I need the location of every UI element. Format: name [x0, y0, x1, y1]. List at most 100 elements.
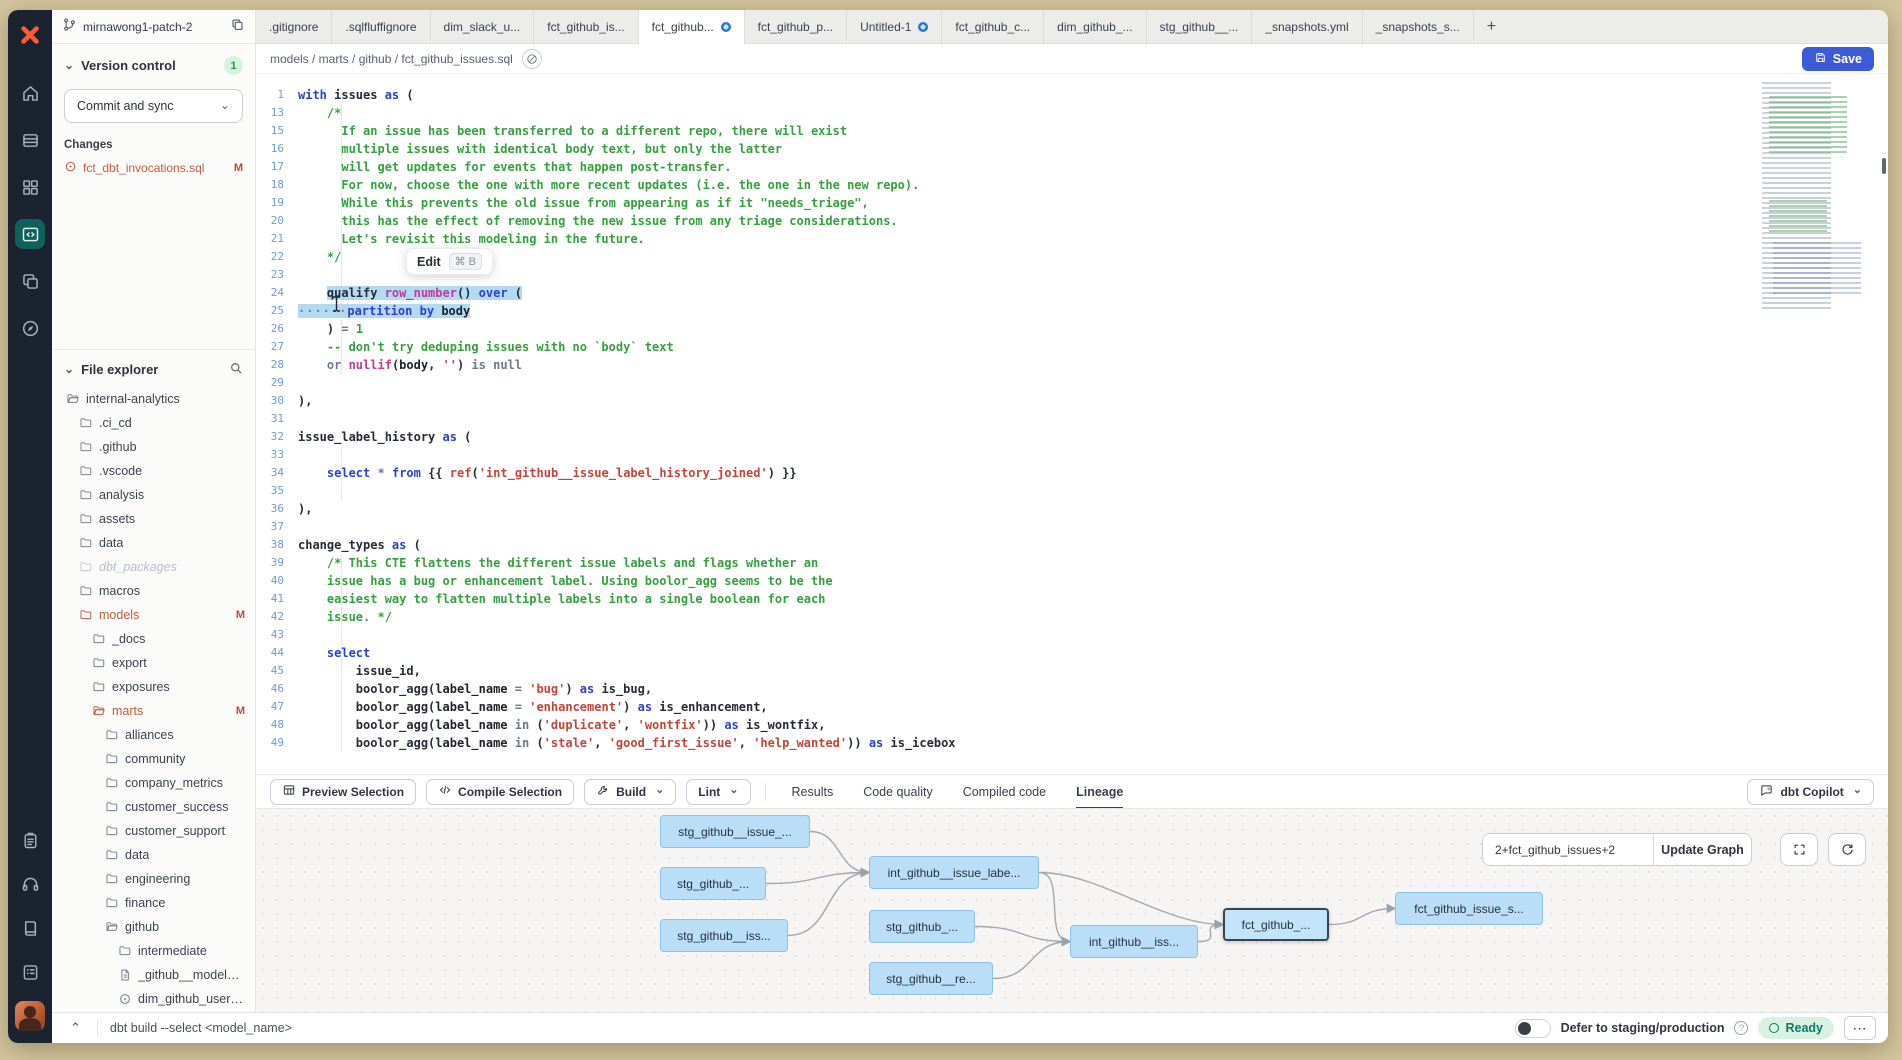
dbt-copilot-button[interactable]: dbt Copilot ⌄ [1747, 779, 1874, 805]
lineage-node[interactable]: fct_github_issue_s... [1395, 892, 1543, 925]
new-tab-button[interactable]: + [1474, 10, 1509, 43]
lineage-node[interactable]: int_github__issue_labe... [869, 856, 1039, 889]
file-tree-folder[interactable]: community [52, 747, 255, 771]
fullscreen-icon[interactable] [1780, 833, 1818, 866]
editor-tab[interactable]: _snapshots_s... [1363, 10, 1474, 43]
refresh-icon[interactable] [1828, 833, 1866, 866]
commit-and-sync-button[interactable]: Commit and sync ⌄ [64, 89, 243, 123]
file-tree-folder[interactable]: company_metrics [52, 771, 255, 795]
branch-name[interactable]: mirnawong1-patch-2 [83, 20, 224, 34]
changelog-clipboard-icon[interactable] [15, 825, 45, 855]
file-actions-icon[interactable] [522, 49, 542, 69]
defer-toggle[interactable] [1515, 1019, 1551, 1038]
lineage-node[interactable]: stg_github__iss... [660, 919, 788, 952]
selection-edit-popup[interactable]: Edit ⌘ B [406, 248, 493, 275]
lineage-node[interactable]: stg_github_... [660, 867, 766, 900]
dbt-command-input[interactable] [108, 1020, 528, 1036]
search-icon[interactable] [229, 361, 243, 378]
code-line[interactable]: 19 While this prevents the old issue fro… [256, 194, 1888, 212]
file-tree-folder[interactable]: intermediate [52, 939, 255, 963]
code-line[interactable]: 23 [256, 266, 1888, 284]
panel-tab-lineage[interactable]: Lineage [1076, 775, 1123, 809]
editor-tab[interactable]: stg_github__... [1147, 10, 1253, 43]
chevron-down-icon[interactable]: ⌄ [655, 785, 664, 796]
editor-tab[interactable]: dim_slack_u... [431, 10, 535, 43]
file-tree-folder[interactable]: finance [52, 891, 255, 915]
version-control-header[interactable]: ⌄ Version control 1 [64, 56, 243, 75]
editor-tab[interactable]: Untitled-1 [847, 10, 942, 43]
code-line[interactable]: 37 [256, 518, 1888, 536]
code-line[interactable]: 30), [256, 392, 1888, 410]
build-button[interactable]: Build ⌄ [584, 779, 676, 805]
release-notes-icon[interactable] [15, 957, 45, 987]
file-tree-folder[interactable]: customer_success [52, 795, 255, 819]
code-line[interactable]: 41 easiest way to flatten multiple label… [256, 590, 1888, 608]
collapse-command-bar-icon[interactable]: ⌃ [64, 1020, 87, 1036]
file-tree-folder[interactable]: data [52, 843, 255, 867]
editor-tab[interactable]: .gitignore [256, 10, 332, 43]
file-tree-folder[interactable]: internal-analytics [52, 387, 255, 411]
file-tree-folder[interactable]: alliances [52, 723, 255, 747]
file-tree-folder[interactable]: modelsM [52, 603, 255, 627]
preview-selection-button[interactable]: Preview Selection [270, 779, 416, 805]
home-icon[interactable] [15, 78, 45, 108]
edit-popup-label[interactable]: Edit [417, 255, 441, 269]
code-line[interactable]: 48 boolor_agg(label_name in ('duplicate'… [256, 716, 1888, 734]
file-tree-folder[interactable]: martsM [52, 699, 255, 723]
changed-file-item[interactable]: fct_dbt_invocations.sql M [64, 160, 243, 176]
file-tree-folder[interactable]: dbt_packages [52, 555, 255, 579]
code-line[interactable]: 32issue_label_history as ( [256, 428, 1888, 446]
file-tree-folder[interactable]: .github [52, 435, 255, 459]
lineage-node[interactable]: fct_github_... [1223, 908, 1329, 941]
ide-editor-icon[interactable] [15, 219, 45, 249]
file-tree-folder[interactable]: _docs [52, 627, 255, 651]
code-line[interactable]: 13 /* [256, 104, 1888, 122]
file-tree-folder[interactable]: export [52, 651, 255, 675]
support-headset-icon[interactable] [15, 869, 45, 899]
code-line[interactable]: 49 boolor_agg(label_name in ('stale', 'g… [256, 734, 1888, 752]
code-editor[interactable]: 1with issues as (13 /*15 If an issue has… [256, 74, 1888, 774]
code-line[interactable]: 38change_types as ( [256, 536, 1888, 554]
code-line[interactable]: 15 If an issue has been transferred to a… [256, 122, 1888, 140]
chevron-down-icon[interactable]: ⌄ [729, 785, 738, 796]
editor-tab[interactable]: dim_github_... [1044, 10, 1146, 43]
docs-book-icon[interactable] [15, 913, 45, 943]
compile-selection-button[interactable]: Compile Selection [426, 779, 574, 805]
lineage-node[interactable]: int_github__iss... [1070, 925, 1198, 958]
editor-tab[interactable]: .sqlfluffignore [332, 10, 430, 43]
lineage-selector-input[interactable] [1483, 834, 1653, 865]
file-tree-folder[interactable]: assets [52, 507, 255, 531]
file-tree-folder[interactable]: analysis [52, 483, 255, 507]
file-tree-folder[interactable]: exposures [52, 675, 255, 699]
code-line[interactable]: 43 [256, 626, 1888, 644]
lineage-node[interactable]: stg_github__issue_... [660, 815, 810, 848]
code-line[interactable]: 21 Let's revisit this modeling in the fu… [256, 230, 1888, 248]
file-tree-folder[interactable]: github [52, 915, 255, 939]
code-line[interactable]: 40 issue has a bug or enhancement label.… [256, 572, 1888, 590]
file-tree-folder[interactable]: data [52, 531, 255, 555]
file-tree-folder[interactable]: macros [52, 579, 255, 603]
environments-icon[interactable] [15, 125, 45, 155]
editor-tab[interactable]: fct_github_p... [745, 10, 847, 43]
file-tree-folder[interactable]: .vscode [52, 459, 255, 483]
copy-icon[interactable] [230, 17, 245, 37]
update-graph-button[interactable]: Update Graph [1653, 834, 1751, 865]
panel-tab-results[interactable]: Results [792, 775, 834, 809]
editor-scrollbar-thumb[interactable] [1882, 158, 1886, 174]
minimap[interactable] [1762, 82, 1874, 310]
code-line[interactable]: 47 boolor_agg(label_name = 'enhancement'… [256, 698, 1888, 716]
code-line[interactable]: 39 /* This CTE flattens the different is… [256, 554, 1888, 572]
code-line[interactable]: 18 For now, choose the one with more rec… [256, 176, 1888, 194]
file-tree-file[interactable]: dim_github_users.sql [52, 987, 255, 1011]
code-line[interactable]: 35 [256, 482, 1888, 500]
file-tree-folder[interactable]: engineering [52, 867, 255, 891]
editor-tab[interactable]: fct_github_is... [534, 10, 638, 43]
save-button[interactable]: Save [1802, 47, 1874, 71]
code-line[interactable]: 44 select [256, 644, 1888, 662]
dashboard-grid-icon[interactable] [15, 172, 45, 202]
file-explorer-header[interactable]: ⌄ File explorer [52, 361, 255, 378]
file-tree-folder[interactable]: .ci_cd [52, 411, 255, 435]
code-line[interactable]: 33 [256, 446, 1888, 464]
explore-compass-icon[interactable] [15, 313, 45, 343]
code-line[interactable]: 22 */ [256, 248, 1888, 266]
